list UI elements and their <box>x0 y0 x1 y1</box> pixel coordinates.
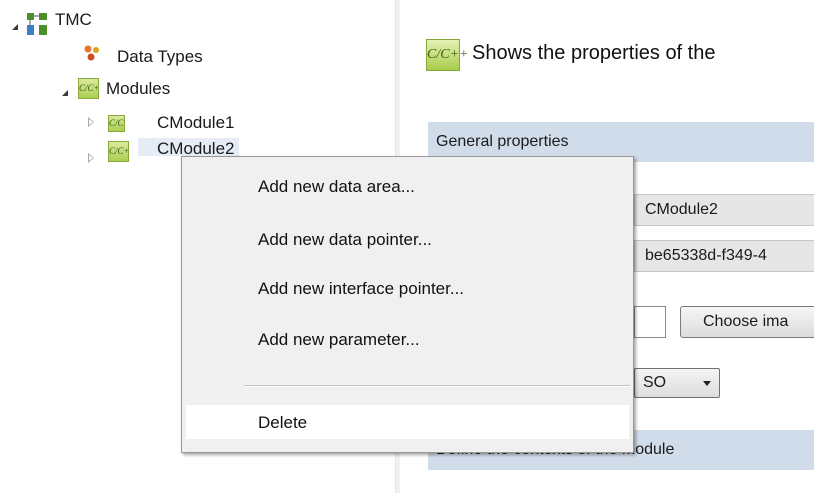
tree-item-label: CModule1 <box>157 113 235 132</box>
tree-item-cmodule1[interactable]: CModule1 <box>157 111 235 135</box>
context-menu: Add new data area... Add new data pointe… <box>181 156 634 453</box>
collapsed-arrow-icon[interactable] <box>88 117 94 127</box>
tree-item-tmc[interactable]: TMC <box>55 8 92 32</box>
cpp-module-icon: C/C++ <box>108 141 129 162</box>
solution-tree-icon <box>26 12 48 36</box>
tree-item-label: CModule2 <box>157 139 235 156</box>
chevron-down-icon <box>703 381 711 386</box>
module-name-field[interactable]: CModule2 <box>634 194 814 226</box>
cpp-module-icon: C/C++ <box>426 39 468 71</box>
menu-item-add-data-area[interactable]: Add new data area... <box>258 177 415 197</box>
tree-item-data-types[interactable]: Data Types <box>117 45 203 69</box>
choose-image-button[interactable]: Choose ima <box>680 306 814 338</box>
modules-folder-icon: C/C++ <box>78 78 99 99</box>
menu-item-highlight <box>186 405 629 439</box>
image-checkbox[interactable] <box>634 306 666 338</box>
tree-item-modules[interactable]: Modules <box>106 77 170 101</box>
tree-item-label: Data Types <box>117 47 203 66</box>
properties-header: Shows the properties of the <box>472 42 716 64</box>
module-guid-field[interactable]: be65338d-f349-4 <box>634 240 814 272</box>
collapsed-arrow-icon[interactable] <box>88 153 94 163</box>
menu-item-add-data-pointer[interactable]: Add new data pointer... <box>258 230 432 250</box>
expand-arrow-icon[interactable] <box>62 90 68 96</box>
menu-item-delete[interactable]: Delete <box>258 413 307 433</box>
menu-item-add-parameter[interactable]: Add new parameter... <box>258 330 420 350</box>
tree-item-label: TMC <box>55 10 92 29</box>
data-types-icon <box>83 44 101 62</box>
tree-item-cmodule2[interactable]: CModule2 <box>138 138 239 156</box>
menu-separator <box>244 385 630 387</box>
tree-item-label: Modules <box>106 79 171 98</box>
dropdown-value: SO <box>643 374 667 391</box>
menu-item-add-interface-pointer[interactable]: Add new interface pointer... <box>258 279 464 299</box>
type-dropdown[interactable]: SO <box>634 368 720 398</box>
expand-arrow-icon[interactable] <box>12 24 18 30</box>
cpp-module-icon: C/C++ <box>108 115 125 132</box>
